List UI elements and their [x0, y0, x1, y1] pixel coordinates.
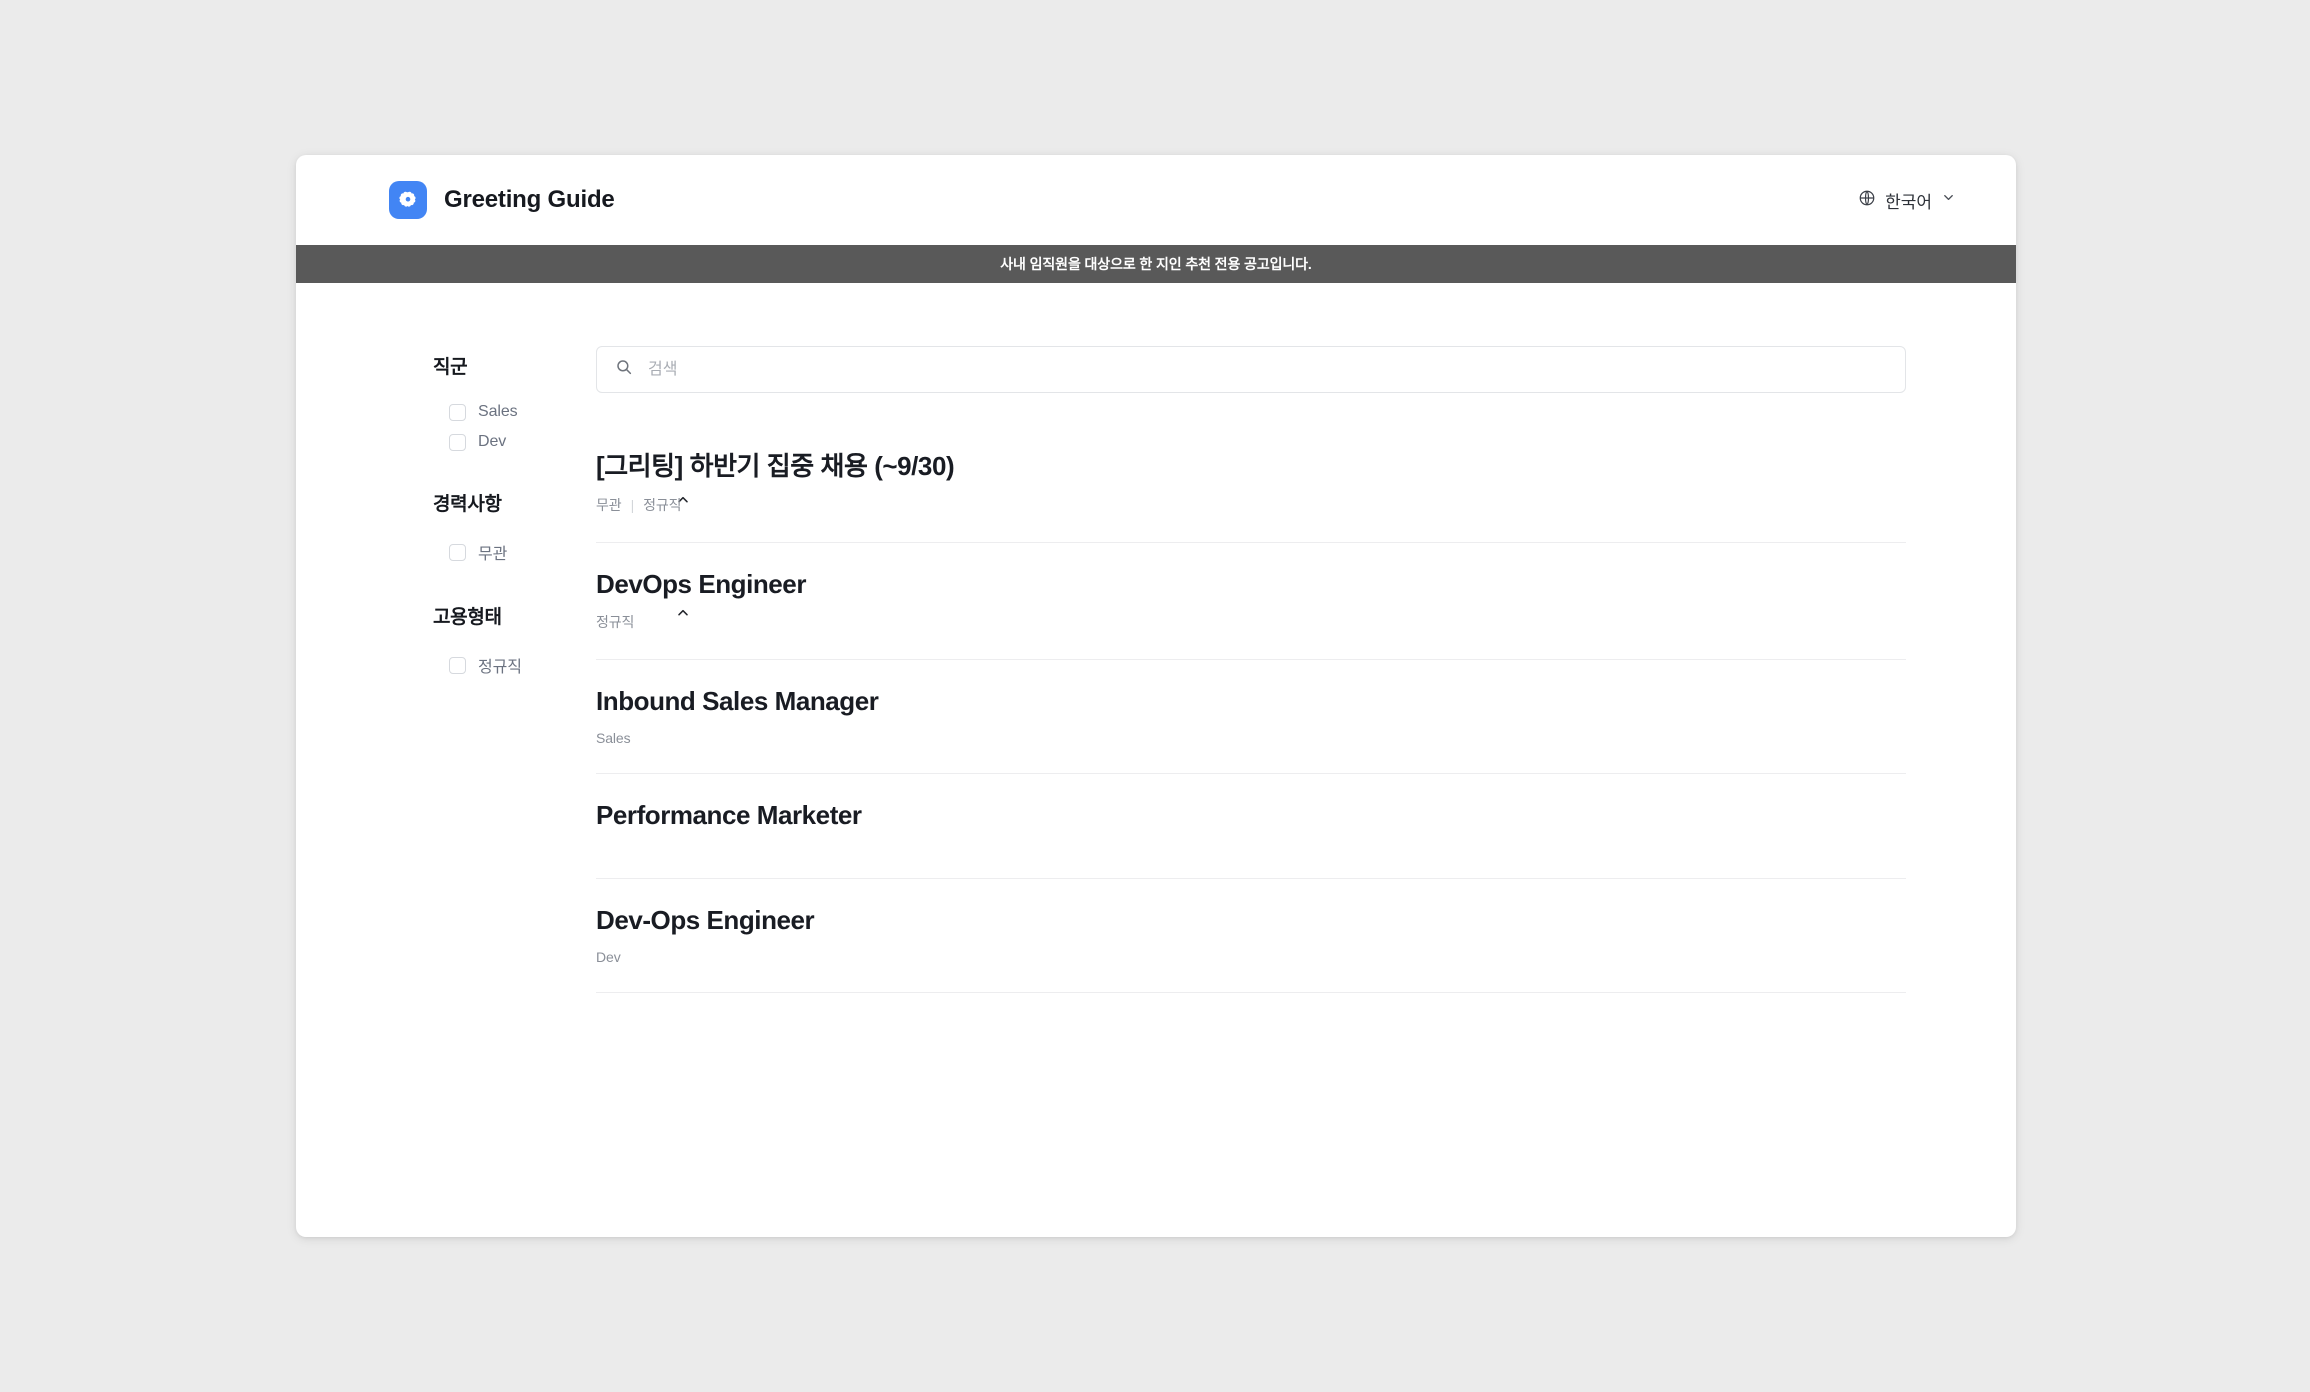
filter-options-experience: 무관 — [433, 522, 596, 590]
language-label: 한국어 — [1885, 188, 1932, 213]
greeting-leaf-logo-icon — [389, 181, 427, 219]
filter-group-title: 직군 — [433, 352, 467, 379]
filter-option-label: 정규직 — [478, 653, 522, 677]
filter-option-sales[interactable]: Sales — [433, 397, 596, 427]
filter-option-label: 무관 — [478, 540, 507, 564]
job-meta: Dev — [596, 949, 1906, 965]
job-list-item[interactable]: Inbound Sales Manager Sales — [596, 660, 1906, 774]
job-meta-tag: 정규직 — [643, 495, 681, 515]
filter-group-job-category: 직군 Sales Dev — [433, 346, 596, 477]
listing-column: [그리팅] 하반기 집중 채용 (~9/30) 무관 | 정규직 DevOps … — [596, 346, 2016, 993]
globe-icon — [1858, 189, 1876, 212]
checkbox-fulltime[interactable] — [449, 657, 466, 674]
filter-group-title: 고용형태 — [433, 602, 502, 629]
filter-options-employment-type: 정규직 — [433, 635, 596, 703]
notice-text: 사내 임직원을 대상으로 한 지인 추천 전용 공고입니다. — [1000, 254, 1311, 274]
job-title: DevOps Engineer — [596, 568, 1906, 601]
checkbox-sales[interactable] — [449, 404, 466, 421]
job-meta-tag: Dev — [596, 949, 621, 965]
brand[interactable]: Greeting Guide — [389, 181, 615, 219]
job-meta-tag: 정규직 — [596, 612, 634, 632]
language-selector[interactable]: 한국어 — [1858, 188, 1956, 213]
search-box[interactable] — [596, 346, 1906, 393]
checkbox-dev[interactable] — [449, 434, 466, 451]
job-meta-tag: Sales — [596, 730, 631, 746]
filter-group-title: 경력사항 — [433, 489, 502, 516]
job-meta-separator: | — [631, 497, 635, 513]
job-board-card: Greeting Guide 한국어 사내 임직원을 대상으로 한 지인 추천 … — [296, 155, 2016, 1237]
checkbox-any-experience[interactable] — [449, 544, 466, 561]
job-title: Inbound Sales Manager — [596, 685, 1906, 718]
filter-option-label: Sales — [478, 403, 518, 421]
filter-option-fulltime[interactable]: 정규직 — [433, 647, 596, 683]
job-list-item[interactable]: Dev-Ops Engineer Dev — [596, 879, 1906, 993]
app-header: Greeting Guide 한국어 — [296, 155, 2016, 245]
job-title: Dev-Ops Engineer — [596, 904, 1906, 937]
filter-group-employment-type: 고용형태 정규직 — [433, 596, 596, 703]
job-list-item[interactable]: [그리팅] 하반기 집중 채용 (~9/30) 무관 | 정규직 — [596, 437, 1906, 543]
filter-options-job-category: Sales Dev — [433, 385, 596, 477]
job-meta: 무관 | 정규직 — [596, 495, 1906, 515]
filter-option-label: Dev — [478, 433, 506, 451]
search-icon — [615, 358, 633, 381]
job-meta-tag: 무관 — [596, 495, 622, 515]
filter-sidebar: 직군 Sales Dev — [296, 346, 596, 993]
job-list-item[interactable]: Performance Marketer — [596, 774, 1906, 880]
job-title: [그리팅] 하반기 집중 채용 (~9/30) — [596, 450, 1906, 483]
brand-title: Greeting Guide — [444, 186, 615, 214]
job-title: Performance Marketer — [596, 799, 1906, 832]
job-meta: Sales — [596, 730, 1906, 746]
notice-banner: 사내 임직원을 대상으로 한 지인 추천 전용 공고입니다. — [296, 245, 2016, 283]
job-meta — [596, 831, 1906, 851]
job-list-item[interactable]: DevOps Engineer 정규직 — [596, 543, 1906, 661]
chevron-down-icon — [1941, 190, 1956, 210]
search-input[interactable] — [646, 360, 1887, 380]
filter-option-any-experience[interactable]: 무관 — [433, 534, 596, 570]
board-body: 직군 Sales Dev — [296, 283, 2016, 993]
job-meta: 정규직 — [596, 612, 1906, 632]
job-list: [그리팅] 하반기 집중 채용 (~9/30) 무관 | 정규직 DevOps … — [596, 437, 1906, 993]
filter-option-dev[interactable]: Dev — [433, 427, 596, 457]
filter-group-experience: 경력사항 무관 — [433, 483, 596, 590]
